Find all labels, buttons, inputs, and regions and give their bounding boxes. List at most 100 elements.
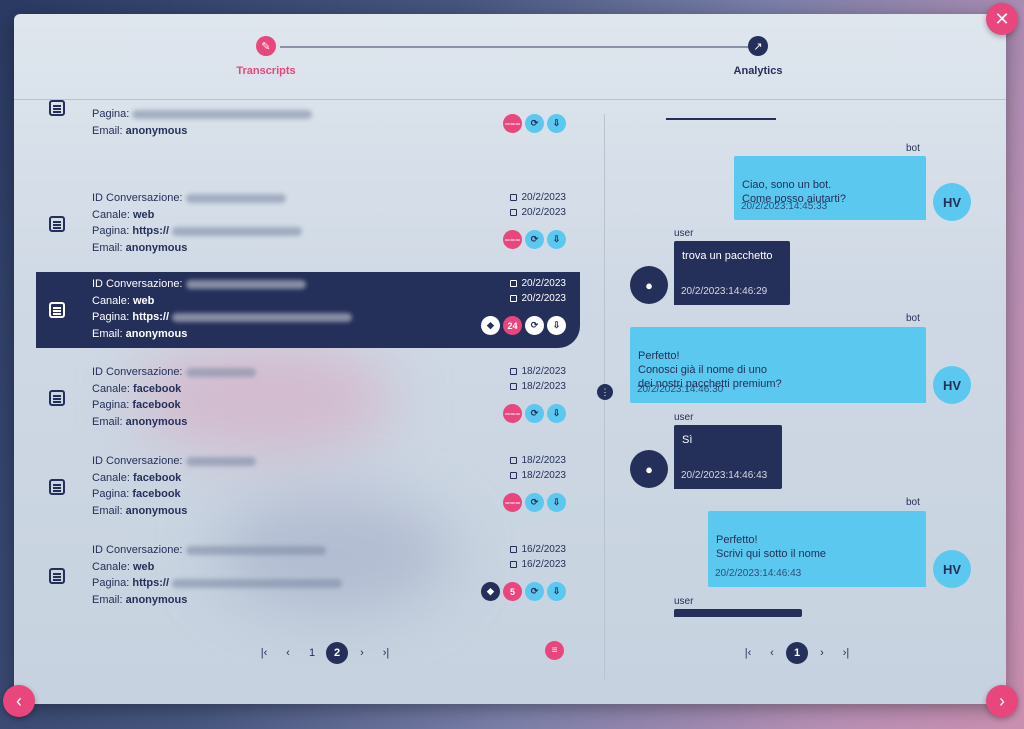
transcript-icon	[49, 100, 65, 116]
pagina-label: Pagina:	[92, 577, 130, 589]
page-button[interactable]: 1	[302, 643, 322, 663]
pagina-value: facebook	[132, 488, 181, 500]
email-label: Email:	[92, 593, 123, 606]
sync-icon[interactable]: ⟳	[525, 404, 544, 423]
next-page-button[interactable]: ›	[352, 643, 372, 663]
message-time: 20/2/2023:14:46:43	[681, 470, 768, 481]
sync-icon[interactable]: ⟳	[525, 230, 544, 249]
tags-button[interactable]: −−−	[503, 493, 522, 512]
sync-icon[interactable]: ⟳	[525, 493, 544, 512]
first-page-button[interactable]: |‹	[254, 643, 274, 663]
message-count-badge[interactable]: 5	[503, 582, 522, 601]
stepper-header: ✎ Transcripts ↗ Analytics	[14, 14, 1006, 100]
tags-button[interactable]: −−−	[503, 404, 522, 423]
chevron-left-icon[interactable]: ‹	[3, 685, 35, 717]
conversation-item[interactable]: ID Conversazione: Canale: facebook Pagin…	[36, 449, 580, 525]
email-label: Email:	[92, 415, 123, 428]
canale-value: facebook	[132, 471, 182, 484]
message-count-badge[interactable]: 24	[503, 316, 522, 335]
download-icon[interactable]: ⇩	[547, 316, 566, 335]
pagina-label: Pagina:	[92, 311, 130, 323]
redacted-url	[172, 226, 303, 236]
redacted-url	[172, 312, 353, 322]
end-date: 20/2/2023	[521, 293, 567, 304]
pagina-value: https://	[132, 311, 170, 323]
message-text: Perfetto! Scrivi qui sotto il nome	[716, 534, 827, 560]
download-icon[interactable]: ⇩	[547, 582, 566, 601]
download-icon[interactable]: ⇩	[547, 114, 566, 133]
conversation-item[interactable]: Pagina: Email: anonymous −−− ⟳ ⇩	[36, 100, 580, 162]
tags-button[interactable]: −−−	[503, 114, 522, 133]
redacted-url	[172, 578, 343, 588]
next-page-button[interactable]: ›	[812, 643, 832, 663]
diamond-icon[interactable]: ◆	[481, 316, 500, 335]
sender-label: bot	[906, 143, 920, 154]
bot-message: Ciao, sono un bot. Come posso aiutarti? …	[734, 156, 926, 220]
start-date: 20/2/2023	[521, 278, 567, 289]
prev-page-button[interactable]: ‹	[762, 643, 782, 663]
redacted-id	[185, 367, 256, 377]
previous-message-edge	[666, 118, 776, 120]
id-label: ID Conversazione:	[92, 544, 183, 556]
diamond-icon[interactable]: ◆	[481, 582, 500, 601]
prev-page-button[interactable]: ‹	[278, 643, 298, 663]
redacted-id	[185, 279, 306, 289]
canale-label: Canale:	[92, 471, 130, 484]
sync-icon[interactable]: ⟳	[525, 582, 544, 601]
canale-value: web	[132, 208, 155, 221]
transcripts-modal: ✎ Transcripts ↗ Analytics Pagina: Email:…	[14, 14, 1006, 704]
page-button-current[interactable]: 1	[786, 642, 808, 664]
download-icon[interactable]: ⇩	[547, 404, 566, 423]
chat-pagination: |‹ ‹ 1 › ›|	[738, 642, 856, 664]
pagina-value: https://	[132, 577, 170, 589]
step-analytics[interactable]: ↗ Analytics	[678, 36, 838, 77]
page-button-current[interactable]: 2	[326, 642, 348, 664]
sender-label: user	[674, 228, 694, 239]
download-icon[interactable]: ⇩	[547, 230, 566, 249]
id-label: ID Conversazione:	[92, 192, 183, 204]
chevron-right-icon[interactable]: ›	[986, 685, 1018, 717]
email-value: anonymous	[125, 504, 188, 517]
chat-transcript: bot Ciao, sono un bot. Come posso aiutar…	[610, 100, 1006, 704]
last-page-button[interactable]: ›|	[376, 643, 396, 663]
sender-label: user	[674, 412, 694, 423]
bot-avatar: HV	[933, 366, 971, 404]
message-text: trova un pacchetto	[682, 250, 773, 262]
email-value: anonymous	[125, 327, 188, 340]
step-transcripts-label: Transcripts	[236, 65, 296, 77]
email-label: Email:	[92, 504, 123, 517]
sync-icon[interactable]: ⟳	[525, 316, 544, 335]
pagina-value: facebook	[132, 399, 181, 411]
start-date-icon	[509, 279, 517, 287]
conversation-item[interactable]: ID Conversazione: Canale: facebook Pagin…	[36, 360, 580, 436]
step-analytics-label: Analytics	[733, 65, 783, 77]
conversation-item[interactable]: ID Conversazione: Canale: web Pagina: ht…	[36, 538, 580, 614]
transcript-icon	[49, 479, 65, 495]
end-date: 16/2/2023	[521, 559, 567, 570]
pagina-label: Pagina:	[92, 108, 130, 120]
bot-message: Perfetto! Conosci già il nome di uno dei…	[630, 327, 926, 403]
message-text: Sì	[682, 434, 693, 446]
transcript-icon	[49, 568, 65, 584]
conversation-item-selected[interactable]: ID Conversazione: Canale: web Pagina: ht…	[36, 272, 580, 348]
sender-label: bot	[906, 497, 920, 508]
start-date-icon	[509, 193, 517, 201]
download-icon[interactable]: ⇩	[547, 493, 566, 512]
close-icon[interactable]: ✕	[986, 3, 1018, 35]
end-date-icon	[509, 208, 517, 216]
sync-icon[interactable]: ⟳	[525, 114, 544, 133]
transcript-icon	[49, 302, 65, 318]
email-label: Email:	[92, 327, 123, 340]
start-date: 18/2/2023	[521, 366, 567, 377]
email-label: Email:	[92, 241, 123, 254]
start-date-icon	[509, 367, 517, 375]
last-page-button[interactable]: ›|	[836, 643, 856, 663]
message-time: 20/2/2023:14:46:29	[681, 286, 768, 297]
user-message	[674, 609, 802, 617]
end-date: 20/2/2023	[521, 207, 567, 218]
tags-button[interactable]: −−−	[503, 230, 522, 249]
filter-icon[interactable]: ≡	[545, 641, 564, 660]
conversation-item[interactable]: ID Conversazione: Canale: web Pagina: ht…	[36, 186, 580, 262]
first-page-button[interactable]: |‹	[738, 643, 758, 663]
step-transcripts[interactable]: ✎ Transcripts	[186, 36, 346, 77]
